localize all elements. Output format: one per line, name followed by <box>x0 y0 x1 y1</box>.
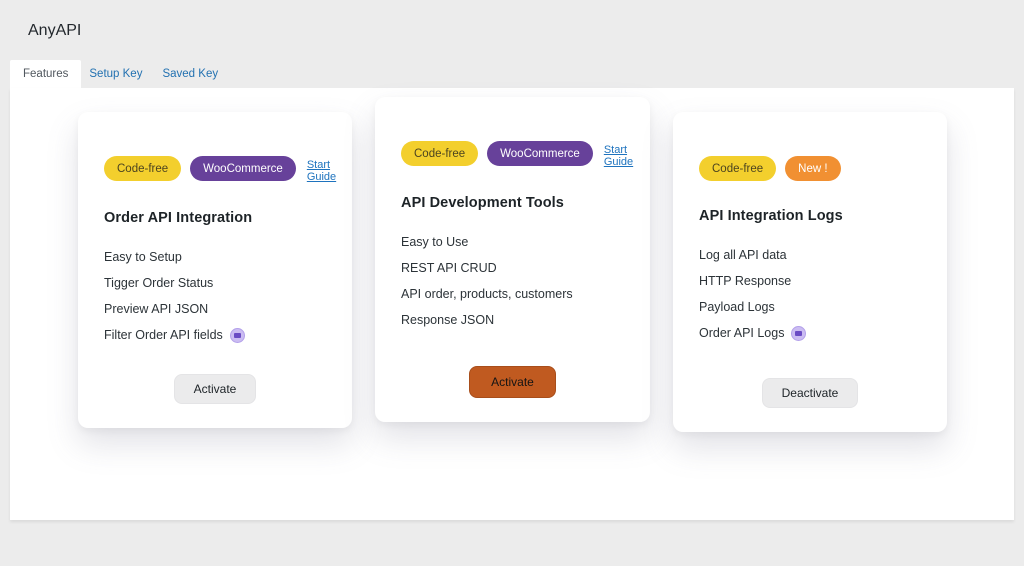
feature-item: Order API Logs <box>699 325 921 341</box>
feature-item: Payload Logs <box>699 299 921 315</box>
badge-code-free: Code-free <box>401 141 479 166</box>
card-api-development-tools: Code-free WooCommerce Start Guide API De… <box>375 97 650 422</box>
badge-row: Code-free WooCommerce Start Guide <box>401 141 633 168</box>
deactivate-button[interactable]: Deactivate <box>761 378 859 408</box>
tab-features[interactable]: Features <box>10 60 82 88</box>
feature-item: HTTP Response <box>699 273 921 289</box>
feature-item: Easy to Use <box>401 234 624 250</box>
card-order-api-integration: Code-free WooCommerce Start Guide Order … <box>78 112 352 428</box>
feature-list: Easy to Use REST API CRUD API order, pro… <box>401 224 624 328</box>
feature-item: Response JSON <box>401 312 624 328</box>
card-api-integration-logs: Code-free New ! API Integration Logs Log… <box>673 112 947 432</box>
feature-item-label: Order API Logs <box>699 326 785 340</box>
feature-item-label: REST API CRUD <box>401 261 497 275</box>
feature-list: Easy to Setup Tigger Order Status Previe… <box>104 239 326 343</box>
badge-new: New ! <box>785 156 841 181</box>
feature-item-label: Easy to Use <box>401 235 469 249</box>
feature-item: API order, products, customers <box>401 286 624 302</box>
badge-row: Code-free WooCommerce Start Guide <box>104 156 336 183</box>
tab-saved-key[interactable]: Saved Key <box>162 68 218 80</box>
feature-item: Log all API data <box>699 247 921 263</box>
premium-icon-glyph <box>233 332 241 338</box>
premium-icon <box>791 325 807 341</box>
feature-list: Log all API data HTTP Response Payload L… <box>699 237 921 341</box>
feature-item-label: Easy to Setup <box>104 250 182 264</box>
feature-item: Tigger Order Status <box>104 275 326 291</box>
cards-container: Code-free WooCommerce Start Guide Order … <box>78 97 947 432</box>
feature-item: REST API CRUD <box>401 260 624 276</box>
feature-item-label: HTTP Response <box>699 274 792 288</box>
feature-item: Preview API JSON <box>104 301 326 317</box>
feature-item: Easy to Setup <box>104 249 326 265</box>
feature-item-label: Tigger Order Status <box>104 276 214 290</box>
tab-setup-key[interactable]: Setup Key <box>89 68 142 80</box>
badge-row: Code-free New ! <box>699 156 921 181</box>
premium-icon <box>229 327 245 343</box>
badge-woocommerce: WooCommerce <box>487 141 593 166</box>
feature-item: Filter Order API fields <box>104 327 326 343</box>
start-guide-link[interactable]: Start Guide <box>307 159 336 183</box>
start-guide-link[interactable]: Start Guide <box>604 144 633 168</box>
card-title: API Integration Logs <box>699 208 843 224</box>
page-title: AnyAPI <box>28 22 82 39</box>
badge-code-free: Code-free <box>104 156 182 181</box>
card-title: API Development Tools <box>401 195 564 211</box>
activate-button[interactable]: Activate <box>173 374 257 404</box>
feature-item-label: Log all API data <box>699 248 787 262</box>
feature-item-label: Payload Logs <box>699 300 775 314</box>
content-panel: Code-free WooCommerce Start Guide Order … <box>10 88 1014 520</box>
feature-item-label: Response JSON <box>401 313 495 327</box>
card-title: Order API Integration <box>104 210 253 226</box>
feature-item-label: Filter Order API fields <box>104 328 223 342</box>
premium-icon-glyph <box>795 330 803 336</box>
feature-item-label: API order, products, customers <box>401 287 573 301</box>
tab-bar: Features Setup Key Saved Key <box>10 60 218 88</box>
activate-button[interactable]: Activate <box>469 366 556 398</box>
feature-item-label: Preview API JSON <box>104 302 209 316</box>
badge-code-free: Code-free <box>699 156 777 181</box>
badge-woocommerce: WooCommerce <box>190 156 296 181</box>
